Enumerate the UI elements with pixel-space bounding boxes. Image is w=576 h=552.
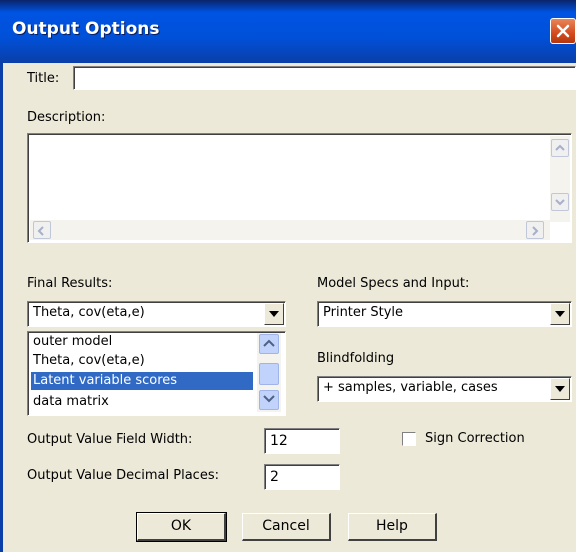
scroll-up-icon — [263, 339, 275, 347]
list-scroll-up-button[interactable] — [259, 334, 279, 354]
description-textarea[interactable] — [27, 133, 572, 243]
scroll-up-icon — [555, 144, 565, 151]
ok-button[interactable]: OK — [136, 512, 227, 542]
field-width-value: 12 — [270, 433, 288, 449]
decimal-places-value: 2 — [270, 469, 279, 485]
model-specs-selected: Printer Style — [323, 305, 404, 320]
blindfolding-label: Blindfolding — [317, 351, 395, 366]
decimal-places-label: Output Value Decimal Places: — [27, 468, 219, 483]
help-button[interactable]: Help — [348, 513, 437, 541]
scroll-down-button[interactable] — [551, 193, 569, 211]
field-width-label: Output Value Field Width: — [27, 432, 193, 447]
scroll-right-button[interactable] — [526, 221, 544, 239]
title-input[interactable] — [73, 66, 576, 90]
window-frame — [0, 63, 3, 552]
title-bar[interactable]: Output Options — [0, 0, 576, 63]
final-results-dropdown-button[interactable] — [264, 303, 284, 325]
model-specs-label: Model Specs and Input: — [317, 276, 470, 291]
list-vscrollbar[interactable] — [257, 333, 281, 412]
window-title: Output Options — [12, 19, 160, 39]
decimal-places-input[interactable]: 2 — [264, 464, 340, 490]
list-item[interactable]: data matrix — [31, 393, 109, 411]
blindfolding-selected: + samples, variable, cases — [323, 380, 498, 395]
model-specs-select[interactable]: Printer Style — [317, 301, 572, 327]
description-vscrollbar[interactable] — [550, 136, 570, 222]
description-hscrollbar[interactable] — [30, 220, 550, 240]
blindfolding-select[interactable]: + samples, variable, cases — [317, 376, 572, 402]
final-results-selected: Theta, cov(eta,e) — [33, 305, 145, 320]
final-results-label: Final Results: — [27, 276, 113, 291]
description-label: Description: — [27, 110, 106, 125]
cancel-button[interactable]: Cancel — [242, 513, 331, 541]
list-scroll-down-button[interactable] — [259, 390, 279, 410]
scroll-left-icon — [37, 226, 44, 236]
sign-correction-checkbox[interactable] — [402, 432, 416, 446]
list-item-selected[interactable]: Latent variable scores — [31, 372, 253, 390]
blindfolding-dropdown-button[interactable] — [550, 378, 570, 400]
model-specs-dropdown-button[interactable] — [550, 303, 570, 325]
title-label: Title: — [27, 71, 60, 86]
scroll-down-icon — [263, 395, 275, 403]
scroll-left-button[interactable] — [33, 221, 51, 239]
list-item[interactable]: Theta, cov(eta,e) — [31, 352, 145, 370]
scroll-right-icon — [532, 226, 539, 236]
scroll-up-button[interactable] — [551, 139, 569, 157]
final-results-list[interactable]: outer model Theta, cov(eta,e) Latent var… — [27, 331, 286, 416]
field-width-input[interactable]: 12 — [264, 428, 340, 454]
close-icon — [556, 24, 570, 38]
sign-correction-label: Sign Correction — [425, 431, 525, 446]
dropdown-arrow-icon — [555, 311, 565, 317]
close-button[interactable] — [550, 18, 576, 44]
scroll-down-icon — [555, 199, 565, 206]
dropdown-arrow-icon — [555, 386, 565, 392]
final-results-select[interactable]: Theta, cov(eta,e) — [27, 301, 286, 327]
list-item[interactable]: outer model — [31, 333, 112, 351]
dropdown-arrow-icon — [269, 311, 279, 317]
list-scroll-thumb[interactable] — [259, 363, 279, 385]
